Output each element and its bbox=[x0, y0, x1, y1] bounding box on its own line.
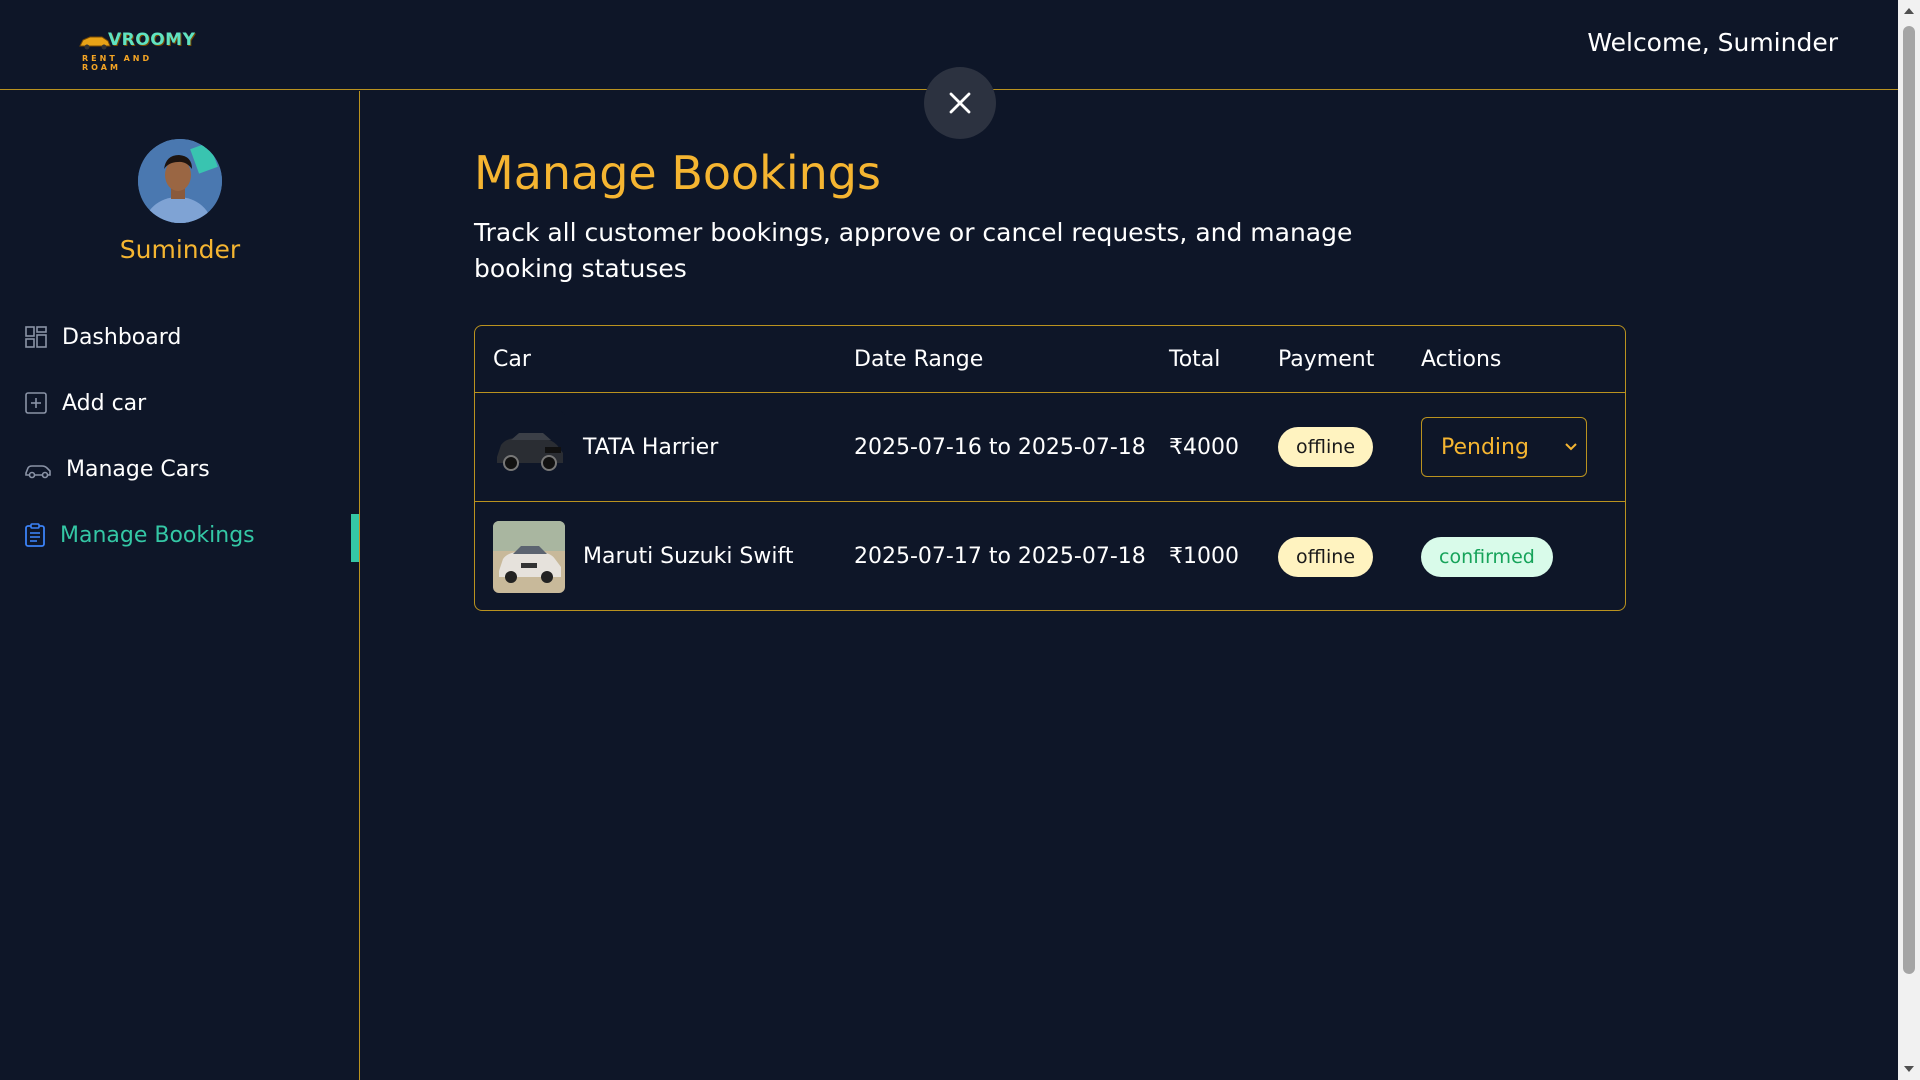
close-icon bbox=[949, 92, 971, 114]
car-image-icon bbox=[493, 411, 565, 483]
sidebar-item-label: Manage Cars bbox=[66, 456, 210, 482]
date-range-cell: 2025-07-16 to 2025-07-18 bbox=[854, 434, 1146, 460]
close-button[interactable] bbox=[924, 67, 996, 139]
sidebar-item-label: Dashboard bbox=[62, 324, 182, 350]
scroll-down-arrow-icon[interactable] bbox=[1903, 1064, 1915, 1074]
page-title: Manage Bookings bbox=[474, 146, 881, 200]
active-indicator bbox=[351, 514, 359, 562]
logo-text: VROOMY bbox=[108, 30, 196, 50]
logo-tagline: RENT AND ROAM bbox=[82, 54, 153, 72]
car-name: Maruti Suzuki Swift bbox=[583, 544, 794, 569]
car-thumbnail bbox=[493, 411, 565, 483]
page-description: Track all customer bookings, approve or … bbox=[474, 218, 1353, 283]
status-select-value: Pending bbox=[1441, 434, 1529, 460]
column-header-total: Total bbox=[1169, 346, 1221, 372]
sidebar: Suminder Dashboard Add car Manage Cars M… bbox=[0, 91, 360, 1080]
vroomy-logo[interactable]: VROOMY RENT AND ROAM bbox=[78, 24, 195, 72]
payment-badge: offline bbox=[1278, 427, 1374, 467]
table-row: Maruti Suzuki Swift 2025-07-17 to 2025-0… bbox=[475, 502, 1625, 610]
booking-status-select[interactable]: Pending bbox=[1421, 417, 1587, 477]
logo-car-icon bbox=[79, 36, 111, 50]
bookings-table: Car Date Range Total Payment Actions TAT… bbox=[474, 325, 1626, 611]
sidebar-item-manage-bookings[interactable]: Manage Bookings bbox=[24, 515, 255, 555]
sidebar-item-label: Manage Bookings bbox=[60, 522, 255, 548]
dashboard-grid-icon bbox=[25, 326, 47, 348]
sidebar-item-label: Add car bbox=[62, 390, 147, 416]
car-name: TATA Harrier bbox=[583, 434, 719, 460]
sidebar-item-manage-cars[interactable]: Manage Cars bbox=[24, 449, 210, 489]
sidebar-item-dashboard[interactable]: Dashboard bbox=[24, 317, 181, 357]
sidebar-username: Suminder bbox=[119, 235, 241, 264]
column-header-car: Car bbox=[493, 346, 531, 372]
total-cell: ₹1000 bbox=[1169, 544, 1239, 569]
actions-cell: confirmed bbox=[1421, 502, 1553, 610]
welcome-message: Welcome, Suminder bbox=[1587, 28, 1838, 57]
avatar bbox=[138, 139, 222, 223]
plus-square-icon bbox=[25, 392, 47, 414]
car-icon bbox=[25, 465, 51, 479]
status-badge: confirmed bbox=[1421, 536, 1553, 577]
column-header-date-range: Date Range bbox=[854, 346, 984, 372]
column-header-actions: Actions bbox=[1421, 346, 1502, 372]
car-image-icon bbox=[493, 520, 565, 593]
actions-cell: Pending bbox=[1421, 393, 1587, 501]
column-header-payment: Payment bbox=[1278, 346, 1375, 372]
total-cell: ₹4000 bbox=[1169, 434, 1239, 460]
clipboard-list-icon bbox=[25, 523, 45, 547]
sidebar-item-add-car[interactable]: Add car bbox=[24, 383, 146, 423]
car-thumbnail bbox=[493, 520, 565, 593]
date-range-cell: 2025-07-17 to 2025-07-18 bbox=[854, 544, 1146, 569]
scrollbar-thumb[interactable] bbox=[1903, 26, 1915, 974]
chevron-down-icon bbox=[1565, 443, 1577, 451]
payment-cell: offline bbox=[1278, 393, 1374, 501]
user-avatar-icon bbox=[138, 139, 222, 223]
payment-cell: offline bbox=[1278, 502, 1374, 610]
payment-badge: offline bbox=[1278, 536, 1374, 577]
table-header-row: Car Date Range Total Payment Actions bbox=[475, 326, 1625, 393]
car-cell: Maruti Suzuki Swift bbox=[493, 502, 794, 610]
table-row: TATA Harrier 2025-07-16 to 2025-07-18 ₹4… bbox=[475, 393, 1625, 502]
car-cell: TATA Harrier bbox=[493, 393, 718, 501]
scroll-up-arrow-icon[interactable] bbox=[1903, 6, 1915, 16]
page-scrollbar[interactable] bbox=[1898, 0, 1920, 1080]
